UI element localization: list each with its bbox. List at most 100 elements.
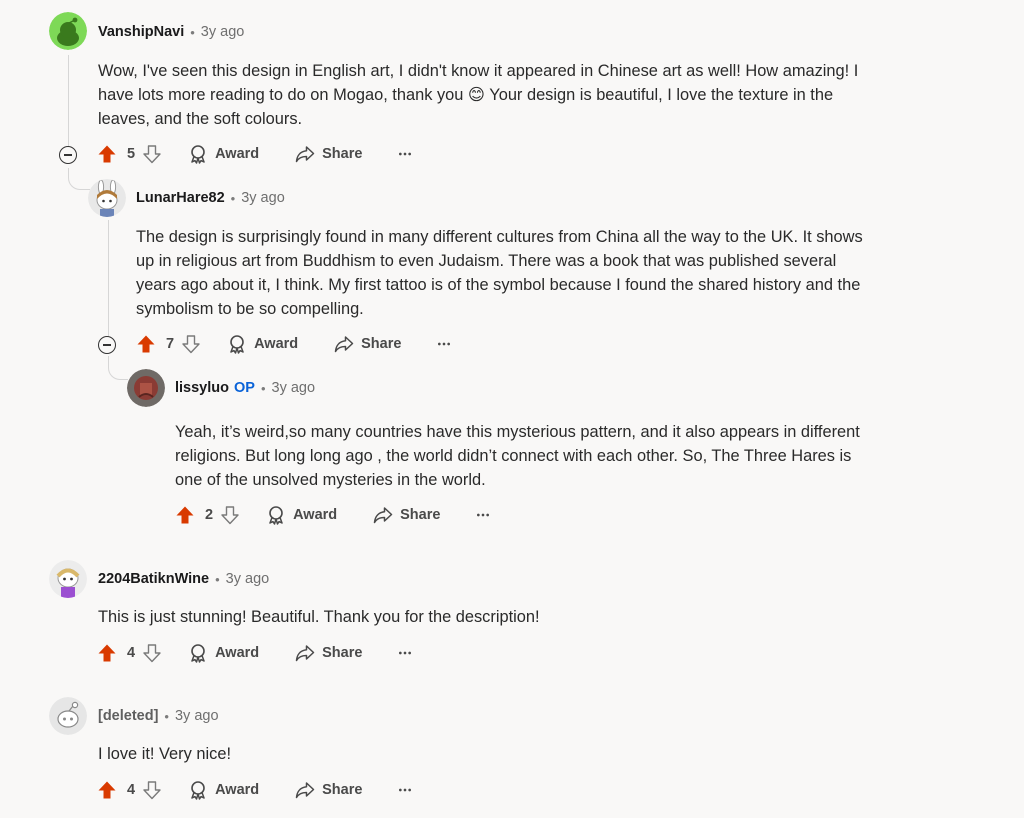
share-button[interactable]: Share — [373, 505, 440, 525]
share-icon — [373, 505, 393, 525]
avatar[interactable] — [127, 369, 165, 407]
comment-line: religions. But long long ago , the world… — [175, 447, 852, 465]
comment-line: This is just stunning! Beautiful. Thank … — [98, 608, 540, 626]
share-icon — [295, 643, 315, 663]
downvote-icon[interactable] — [142, 643, 162, 663]
timestamp[interactable]: 3y ago — [175, 708, 219, 724]
award-label: Award — [215, 645, 260, 661]
comment-actions: 5 Award Share — [97, 141, 414, 167]
separator: • — [190, 24, 195, 40]
more-options-button[interactable] — [396, 643, 414, 663]
comment-line: have lots more reading to do on Mogao, t… — [98, 86, 834, 104]
more-icon — [398, 650, 412, 656]
more-options-button[interactable] — [396, 780, 414, 800]
comment-actions: 2 Award Share — [175, 502, 492, 528]
share-button[interactable]: Share — [334, 334, 401, 354]
avatar[interactable] — [49, 697, 87, 735]
avatar[interactable] — [49, 12, 87, 50]
more-icon — [476, 512, 490, 518]
share-button[interactable]: Share — [295, 643, 362, 663]
avatar[interactable] — [49, 560, 87, 598]
timestamp[interactable]: 3y ago — [226, 571, 270, 587]
comment-actions: 4 Award Share — [97, 777, 414, 803]
thread-line — [68, 55, 69, 147]
upvote-icon[interactable] — [97, 643, 117, 663]
share-label: Share — [322, 782, 363, 798]
downvote-icon[interactable] — [142, 144, 162, 164]
comment-meta: 2204BatiknWine • 3y ago — [98, 569, 269, 589]
comment-meta: VanshipNavi • 3y ago — [98, 22, 244, 42]
award-label: Award — [254, 336, 299, 352]
comment-line: up in religious art from Buddhism to eve… — [136, 252, 837, 270]
collapse-thread-button[interactable] — [98, 336, 116, 354]
vote-count: 4 — [127, 645, 136, 661]
more-icon — [437, 341, 451, 347]
username[interactable]: 2204BatiknWine — [98, 571, 209, 587]
more-options-button[interactable] — [396, 144, 414, 164]
award-icon — [188, 780, 208, 800]
share-label: Share — [400, 507, 441, 523]
upvote-icon[interactable] — [97, 144, 117, 164]
share-icon — [334, 334, 354, 354]
award-button[interactable]: Award — [188, 780, 259, 800]
award-button[interactable]: Award — [227, 334, 298, 354]
separator: • — [260, 380, 266, 396]
comment-body: I love it! Very nice! — [98, 742, 231, 766]
thread-line — [108, 220, 109, 336]
username[interactable]: lissyluo — [175, 380, 229, 396]
award-button[interactable]: Award — [188, 643, 259, 663]
downvote-icon[interactable] — [220, 505, 240, 525]
username: [deleted] — [98, 708, 159, 724]
more-icon — [398, 787, 412, 793]
share-label: Share — [361, 336, 402, 352]
vote-count: 5 — [127, 146, 136, 162]
separator: • — [164, 708, 169, 724]
comment-line: I love it! Very nice! — [98, 745, 232, 763]
comment-line: symbolism to be so compelling. — [136, 300, 364, 318]
share-label: Share — [322, 645, 363, 661]
comment-body: Yeah, it’s weird,so many countries have … — [175, 420, 860, 492]
share-icon — [295, 780, 315, 800]
upvote-icon[interactable] — [175, 505, 195, 525]
share-button[interactable]: Share — [295, 144, 362, 164]
award-label: Award — [293, 507, 338, 523]
timestamp[interactable]: 3y ago — [241, 190, 285, 206]
comment-line: years ago about it, I think. My first ta… — [136, 276, 861, 294]
award-button[interactable]: Award — [188, 144, 259, 164]
comment-body: The design is surprisingly found in many… — [136, 225, 863, 321]
award-icon — [266, 505, 286, 525]
more-options-button[interactable] — [474, 505, 492, 525]
comment-line: The design is surprisingly found in many… — [136, 228, 863, 246]
award-label: Award — [215, 146, 260, 162]
thread-connector — [108, 356, 128, 380]
username[interactable]: VanshipNavi — [98, 24, 184, 40]
vote-count: 4 — [127, 782, 136, 798]
upvote-icon[interactable] — [97, 780, 117, 800]
share-button[interactable]: Share — [295, 780, 362, 800]
comment-actions: 7 Award Share — [136, 331, 453, 357]
award-label: Award — [215, 782, 260, 798]
comment-meta: LunarHare82 • 3y ago — [136, 188, 285, 208]
comment-meta: lissyluo OP • 3y ago — [175, 378, 315, 398]
vote-count: 7 — [166, 336, 175, 352]
collapse-thread-button[interactable] — [59, 146, 77, 164]
downvote-icon[interactable] — [181, 334, 201, 354]
more-icon — [398, 151, 412, 157]
award-button[interactable]: Award — [266, 505, 337, 525]
more-options-button[interactable] — [435, 334, 453, 354]
username[interactable]: LunarHare82 — [136, 190, 225, 206]
comment-line: one of the unsolved mysteries in the wor… — [175, 471, 486, 489]
avatar[interactable] — [88, 179, 126, 217]
share-label: Share — [322, 146, 363, 162]
comment-body: This is just stunning! Beautiful. Thank … — [98, 605, 540, 629]
award-icon — [188, 144, 208, 164]
award-icon — [227, 334, 247, 354]
timestamp[interactable]: 3y ago — [272, 380, 316, 396]
downvote-icon[interactable] — [142, 780, 162, 800]
comment-body: Wow, I've seen this design in English ar… — [98, 59, 858, 131]
timestamp[interactable]: 3y ago — [201, 24, 245, 40]
comment-line: leaves, and the soft colours. — [98, 110, 303, 128]
separator: • — [230, 190, 236, 206]
separator: • — [215, 571, 220, 587]
upvote-icon[interactable] — [136, 334, 156, 354]
